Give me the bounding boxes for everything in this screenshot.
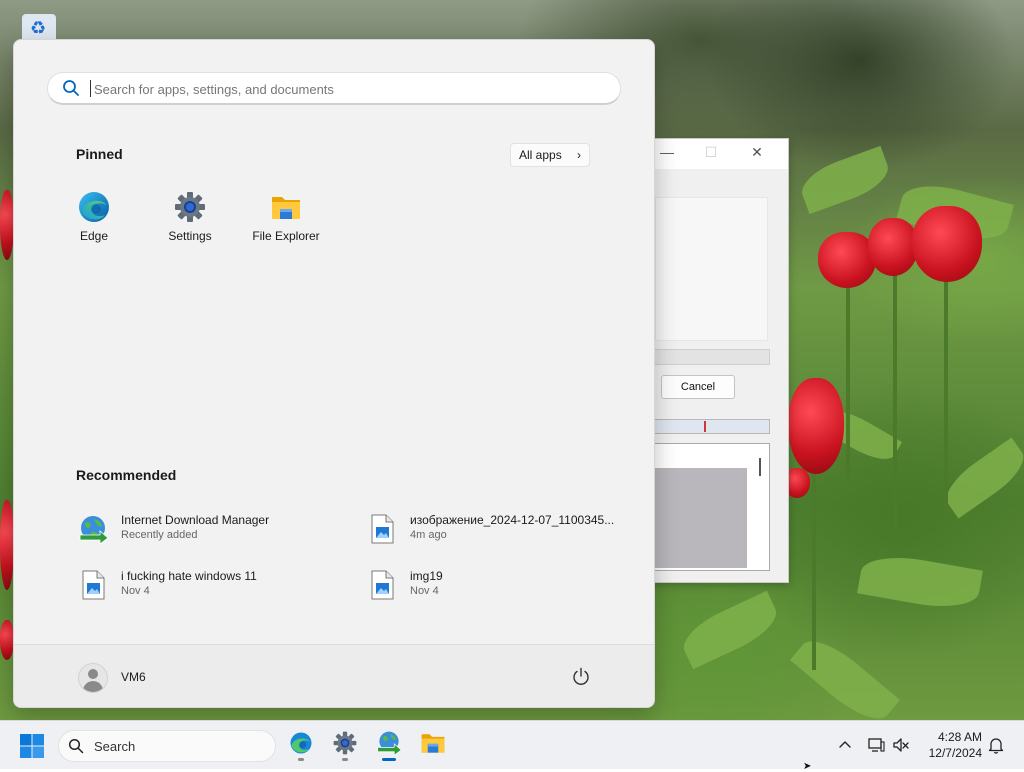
recommended-heading: Recommended: [76, 467, 177, 483]
recommended-item[interactable]: img19 Nov 4: [366, 567, 636, 603]
user-avatar[interactable]: [78, 663, 108, 693]
active-indicator: [382, 758, 396, 761]
edge-icon: [79, 192, 109, 222]
recommended-item[interactable]: изображение_2024-12-07_1100345... 4m ago: [366, 511, 636, 547]
pinned-app-file-explorer[interactable]: File Explorer: [246, 191, 326, 255]
taskbar-clock[interactable]: 4:28 AM 12/7/2024: [918, 729, 982, 761]
close-icon[interactable]: ✕: [747, 144, 767, 161]
taskbar-app-file-explorer[interactable]: [417, 729, 449, 761]
pinned-app-label: Settings: [168, 229, 212, 243]
pinned-app-edge[interactable]: Edge: [54, 191, 134, 255]
recommended-item[interactable]: Internet Download Manager Recently added: [77, 511, 347, 547]
chevron-right-icon: ›: [577, 148, 581, 162]
dialog-list-box[interactable]: [651, 443, 770, 571]
cancel-button[interactable]: Cancel: [661, 375, 735, 399]
clock-time: 4:28 AM: [937, 730, 982, 744]
running-indicator: [298, 758, 304, 761]
display-icon[interactable]: [867, 736, 885, 754]
recommended-item-subtitle: 4m ago: [410, 529, 447, 541]
volume-muted-icon[interactable]: [892, 736, 910, 754]
dialog-slider[interactable]: [651, 419, 770, 434]
chevron-up-icon[interactable]: [836, 736, 854, 754]
taskbar-search-label: Search: [94, 739, 136, 754]
maximize-icon: ☐: [704, 144, 718, 160]
edge-icon: [290, 732, 312, 754]
pinned-app-settings[interactable]: Settings: [150, 191, 230, 255]
recommended-item-title: Internet Download Manager: [121, 513, 270, 527]
avatar-body: [83, 681, 103, 692]
start-menu: Pinned All apps › Edge: [13, 39, 655, 708]
all-apps-button[interactable]: All apps ›: [510, 143, 590, 167]
image-file-icon: [371, 514, 394, 544]
start-menu-footer: VM6: [14, 644, 654, 707]
recommended-item-title: изображение_2024-12-07_1100345...: [410, 513, 615, 527]
text-caret: [90, 80, 91, 97]
image-file-icon: [371, 570, 394, 600]
minimize-icon[interactable]: —: [657, 144, 677, 160]
settings-gear-icon: [175, 192, 205, 222]
pinned-app-label: File Explorer: [252, 229, 320, 243]
recommended-item-title: img19: [410, 569, 443, 583]
mouse-cursor-icon: ➤: [803, 761, 812, 772]
image-file-icon: [82, 570, 105, 600]
recommended-item[interactable]: i fucking hate windows 11 Nov 4: [77, 567, 347, 603]
list-selection: [652, 468, 747, 568]
pinned-heading: Pinned: [76, 146, 123, 162]
all-apps-label: All apps: [519, 148, 562, 162]
clock-date: 12/7/2024: [928, 746, 982, 760]
idm-globe-icon: [79, 516, 109, 545]
dialog-preview-panel: [655, 197, 768, 341]
taskbar: Search 4:28 AM 12/7/2024: [0, 720, 1024, 769]
slider-thumb[interactable]: [704, 421, 706, 432]
taskbar-app-edge[interactable]: [285, 729, 317, 761]
recommended-item-subtitle: Recently added: [121, 529, 198, 541]
background-dialog-window[interactable]: — ☐ ✕ Cancel: [640, 138, 789, 583]
file-explorer-folder-icon: [421, 734, 445, 753]
notification-bell-icon[interactable]: [987, 736, 1005, 754]
recommended-item-subtitle: Nov 4: [121, 585, 150, 597]
taskbar-app-settings[interactable]: [329, 729, 361, 761]
recommended-item-title: i fucking hate windows 11: [121, 569, 257, 583]
dialog-titlebar[interactable]: — ☐ ✕: [641, 139, 788, 169]
scrollbar[interactable]: [759, 458, 761, 476]
power-icon[interactable]: [570, 666, 592, 688]
search-icon: [63, 80, 79, 96]
search-input[interactable]: [92, 77, 596, 101]
dialog-progress-bar: [651, 349, 770, 365]
recommended-item-subtitle: Nov 4: [410, 585, 439, 597]
file-explorer-folder-icon: [272, 197, 300, 219]
search-icon: [68, 738, 84, 754]
start-search-box[interactable]: [47, 72, 621, 105]
idm-globe-icon: [377, 731, 402, 756]
user-name[interactable]: VM6: [121, 670, 146, 684]
avatar-head: [88, 669, 98, 679]
pinned-app-label: Edge: [79, 229, 109, 243]
windows-start-icon[interactable]: [19, 733, 45, 759]
taskbar-search-box[interactable]: Search: [58, 730, 276, 762]
taskbar-app-idm[interactable]: [373, 729, 405, 761]
running-indicator: [342, 758, 348, 761]
settings-gear-icon: [333, 731, 357, 755]
